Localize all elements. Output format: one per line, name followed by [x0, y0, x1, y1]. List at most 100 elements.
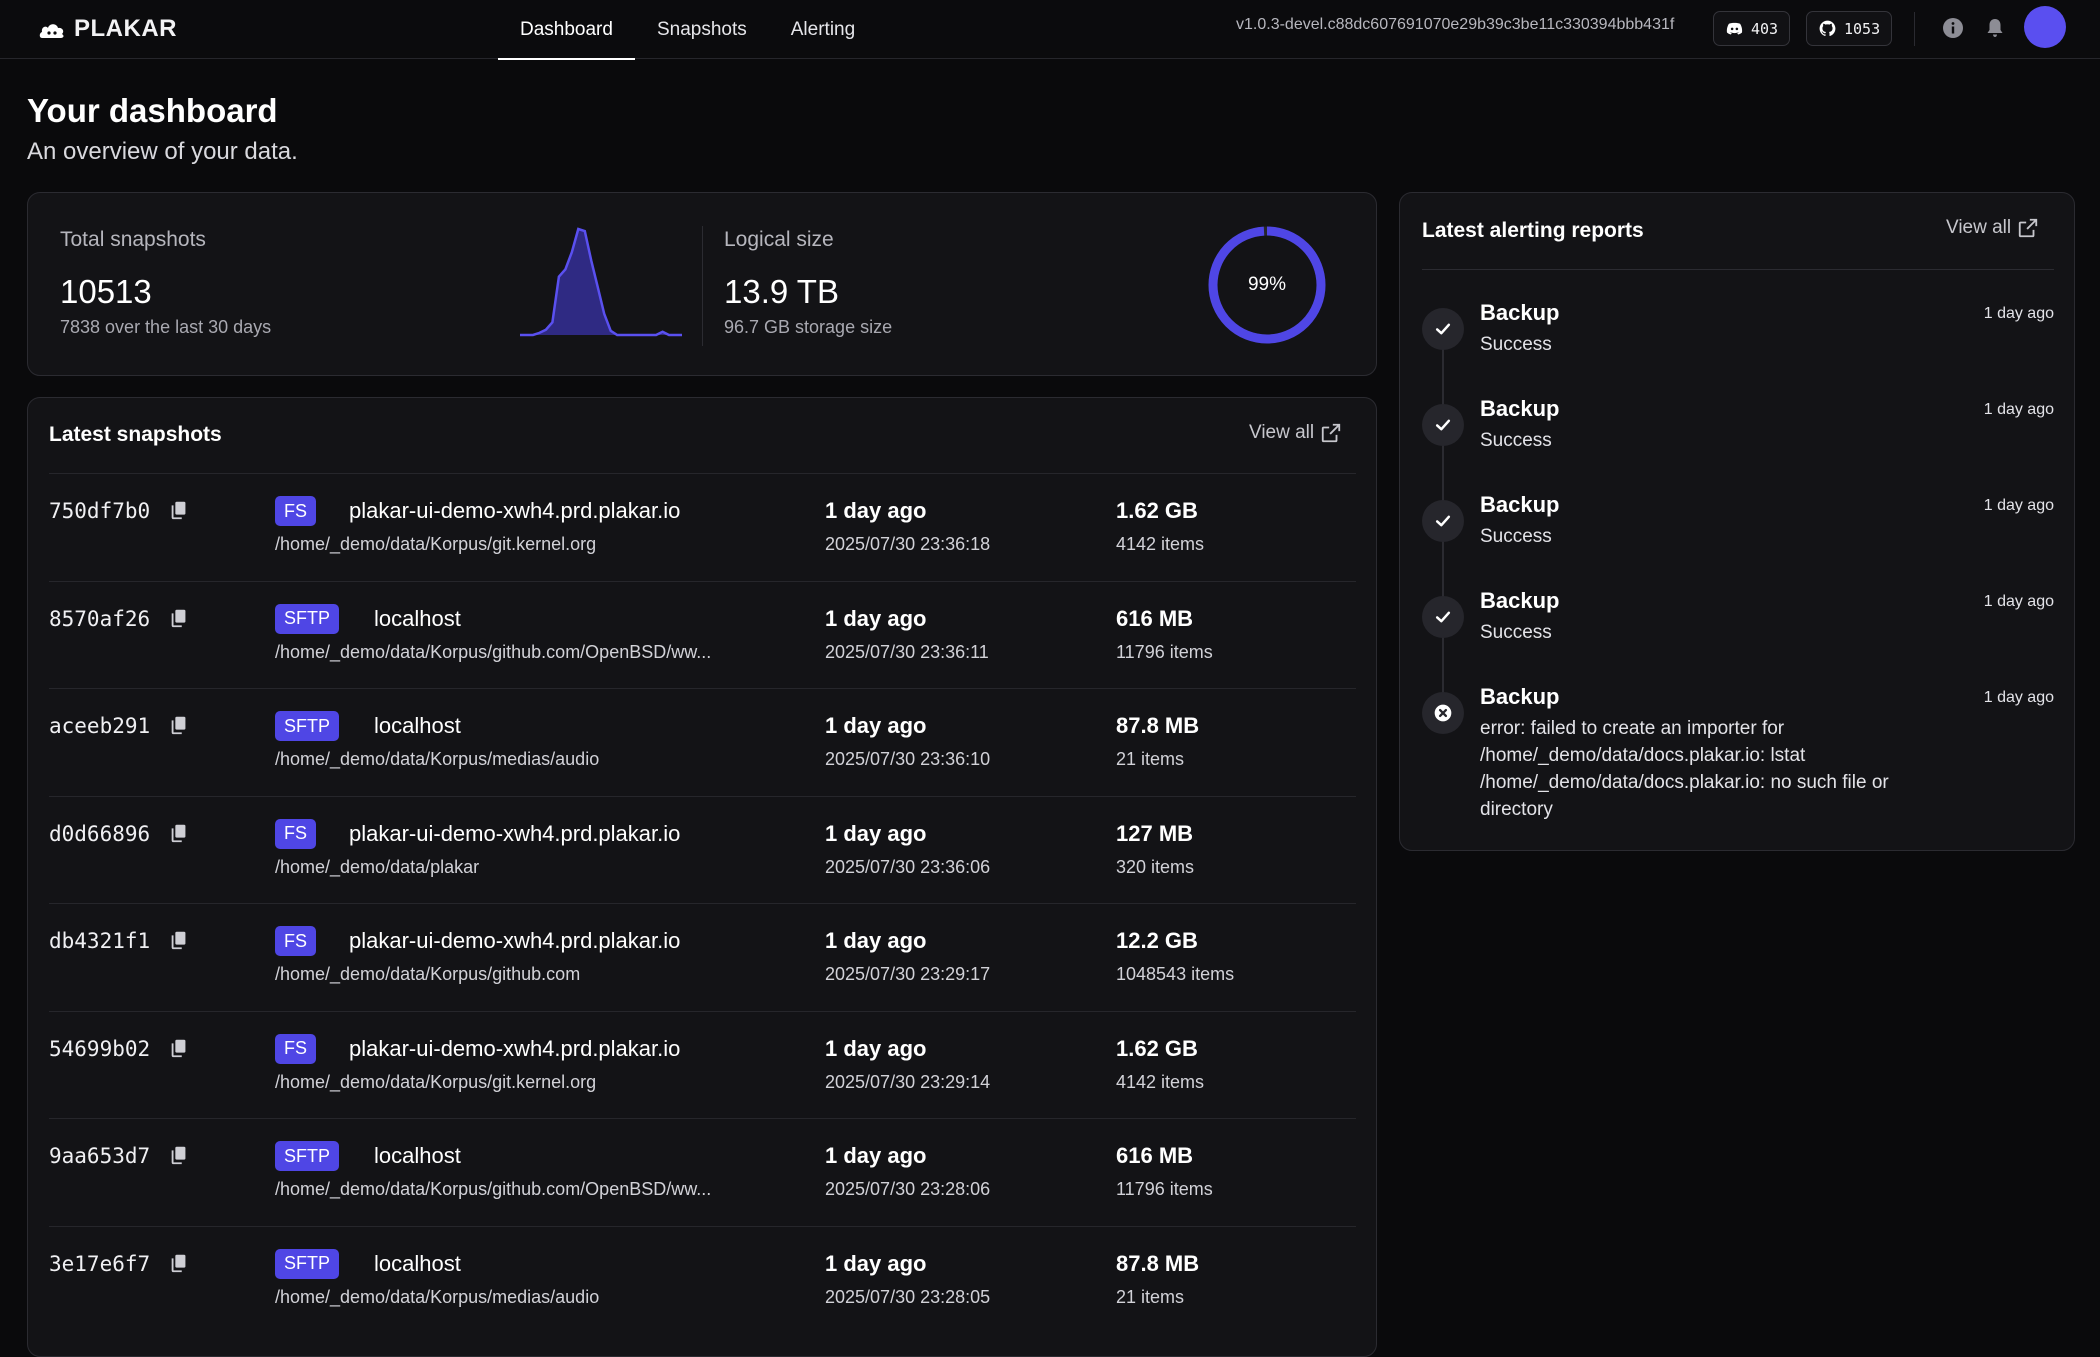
alert-status-dot — [1422, 692, 1464, 734]
alerts-view-all-link[interactable]: View all — [1946, 217, 2039, 239]
snapshot-id[interactable]: 750df7b0 — [49, 499, 150, 523]
total-snapshots-value: 10513 — [60, 273, 152, 310]
total-snapshots-sub: 7838 over the last 30 days — [60, 317, 272, 337]
snapshot-relative-time: 1 day ago — [825, 605, 927, 631]
snapshot-path: /home/_demo/data/Korpus/github.com/OpenB… — [275, 641, 712, 662]
snapshot-host: plakar-ui-demo-xwh4.prd.plakar.io — [349, 820, 681, 846]
snapshot-size: 12.2 GB — [1116, 928, 1198, 953]
alert-item[interactable]: Backup Success 1 day ago — [1422, 492, 2054, 582]
snapshot-item-count: 11796 items — [1116, 641, 1213, 662]
snapshots-view-all-link[interactable]: View all — [1249, 422, 1342, 444]
snapshot-size: 87.8 MB — [1116, 713, 1200, 738]
latest-snapshots-card: Latest snapshots View all 750df7b0 FS plak… — [27, 397, 1377, 1357]
alert-status: Success — [1480, 334, 1552, 355]
view-all-label: View all — [1946, 217, 2012, 238]
alert-title: Backup — [1480, 684, 1560, 709]
snapshot-path: /home/_demo/data/plakar — [275, 856, 480, 877]
external-link-icon — [2018, 218, 2038, 238]
snapshot-id[interactable]: 3e17e6f7 — [49, 1252, 150, 1276]
copy-id-button[interactable] — [168, 607, 190, 629]
alert-time: 1 day ago — [1983, 689, 2054, 706]
snapshot-date: 2025/07/30 23:29:17 — [825, 964, 991, 984]
snapshot-row[interactable]: d0d66896 FS plakar-ui-demo-xwh4.prd.plakar… — [49, 795, 1356, 903]
copy-icon — [171, 501, 186, 520]
copy-icon — [171, 609, 186, 627]
snapshot-id[interactable]: 54699b02 — [49, 1037, 150, 1061]
snapshot-id[interactable]: 9aa653d7 — [49, 1144, 150, 1168]
snapshot-row[interactable]: aceeb291 SFTP localhost/home/_demo/data/Ko… — [49, 688, 1356, 795]
alert-item[interactable]: Backup Success 1 day ago — [1422, 588, 2054, 678]
snapshot-item-count: 21 items — [1116, 1286, 1185, 1307]
alert-status: Success — [1480, 622, 1552, 643]
snapshot-relative-time: 1 day ago — [825, 1035, 927, 1061]
alerts-divider — [1422, 269, 2054, 270]
tab-dashboard[interactable]: Dashboard — [498, 0, 635, 60]
alert-status-dot — [1422, 500, 1464, 542]
plakar-logo-icon — [39, 24, 64, 38]
copy-icon — [171, 824, 186, 842]
alert-item[interactable]: Backup Success 1 day ago — [1422, 300, 2054, 390]
total-snapshots-label: Total snapshots — [60, 228, 206, 251]
snapshot-host: localhost — [374, 1250, 461, 1276]
github-count: 1053 — [1844, 19, 1881, 38]
connector-type-badge: FS — [275, 496, 317, 526]
alert-time: 1 day ago — [1983, 305, 2054, 322]
alert-status: error: failed to create an importer for … — [1480, 718, 1889, 820]
snapshot-row[interactable]: 8570af26 SFTP localhost/home/_demo/data/Ko… — [49, 580, 1356, 688]
copy-id-button[interactable] — [168, 1144, 190, 1166]
usage-gauge: 99% — [1205, 223, 1329, 347]
alert-item[interactable]: Backup error: failed to create an importe… — [1422, 684, 2054, 820]
snapshot-date: 2025/07/30 23:28:05 — [825, 1286, 991, 1307]
copy-id-button[interactable] — [168, 499, 190, 521]
copy-id-button[interactable] — [168, 714, 190, 736]
snapshot-host: localhost — [374, 713, 461, 738]
alerting-reports-card: Latest alerting reports View all Backup S… — [1399, 192, 2075, 851]
snapshot-row[interactable]: 750df7b0 FS plakar-ui-demo-xwh4.prd.plakar… — [49, 473, 1356, 580]
snapshot-row[interactable]: 9aa653d7 SFTP localhost/home/_demo/data/Ko… — [49, 1118, 1356, 1225]
alert-status-dot — [1422, 596, 1464, 638]
snapshot-row[interactable]: 54699b02 FS plakar-ui-demo-xwh4.prd.plakar… — [49, 1010, 1356, 1118]
snapshot-size: 127 MB — [1116, 820, 1194, 846]
check-icon — [1435, 419, 1451, 431]
snapshot-item-count: 21 items — [1116, 749, 1185, 769]
github-chip[interactable]: 1053 — [1806, 11, 1893, 46]
snapshot-id[interactable]: aceeb291 — [49, 714, 150, 738]
page-title: Your dashboard — [27, 92, 278, 129]
copy-id-button[interactable] — [168, 1037, 190, 1059]
snapshot-date: 2025/07/30 23:36:06 — [825, 856, 991, 877]
snapshot-id[interactable]: 8570af26 — [49, 607, 150, 631]
snapshot-row[interactable]: db4321f1 FS plakar-ui-demo-xwh4.prd.plakar… — [49, 903, 1356, 1010]
snapshot-item-count: 4142 items — [1116, 1071, 1205, 1092]
copy-id-button[interactable] — [168, 822, 190, 844]
error-icon — [1434, 704, 1452, 722]
snapshots-sparkline — [520, 227, 682, 337]
copy-id-button[interactable] — [168, 1252, 190, 1274]
logical-size-value: 13.9 TB — [724, 273, 839, 310]
snapshot-host: plakar-ui-demo-xwh4.prd.plakar.io — [349, 928, 681, 953]
sparkline-area — [520, 229, 682, 335]
alert-time: 1 day ago — [1983, 401, 2054, 418]
snapshot-item-count: 320 items — [1116, 856, 1195, 877]
snapshot-host: localhost — [374, 605, 461, 631]
snapshot-relative-time: 1 day ago — [825, 713, 927, 738]
snapshot-date: 2025/07/30 23:36:10 — [825, 749, 991, 769]
snapshot-id[interactable]: d0d66896 — [49, 822, 150, 846]
logo[interactable]: PLAKAR — [38, 14, 177, 44]
snapshot-path: /home/_demo/data/Korpus/github.com/OpenB… — [275, 1179, 712, 1199]
discord-chip[interactable]: 403 — [1713, 11, 1791, 46]
alert-item[interactable]: Backup Success 1 day ago — [1422, 396, 2054, 486]
snapshot-row[interactable]: 3e17e6f7 SFTP localhost/home/_demo/data/Ko… — [49, 1225, 1356, 1333]
tab-snapshots[interactable]: Snapshots — [635, 0, 769, 59]
copy-id-button[interactable] — [168, 929, 190, 951]
view-all-label: View all — [1249, 422, 1315, 443]
info-icon[interactable] — [1941, 16, 1965, 40]
alert-status: Success — [1480, 430, 1552, 451]
logical-size-label: Logical size — [724, 228, 834, 251]
snapshot-host: localhost — [374, 1143, 461, 1168]
tab-alerting[interactable]: Alerting — [769, 0, 877, 59]
bell-icon[interactable] — [1983, 16, 2007, 40]
snapshot-id[interactable]: db4321f1 — [49, 929, 150, 953]
snapshot-relative-time: 1 day ago — [825, 820, 927, 846]
snapshot-size: 1.62 GB — [1116, 1035, 1198, 1061]
avatar[interactable] — [2024, 6, 2066, 48]
